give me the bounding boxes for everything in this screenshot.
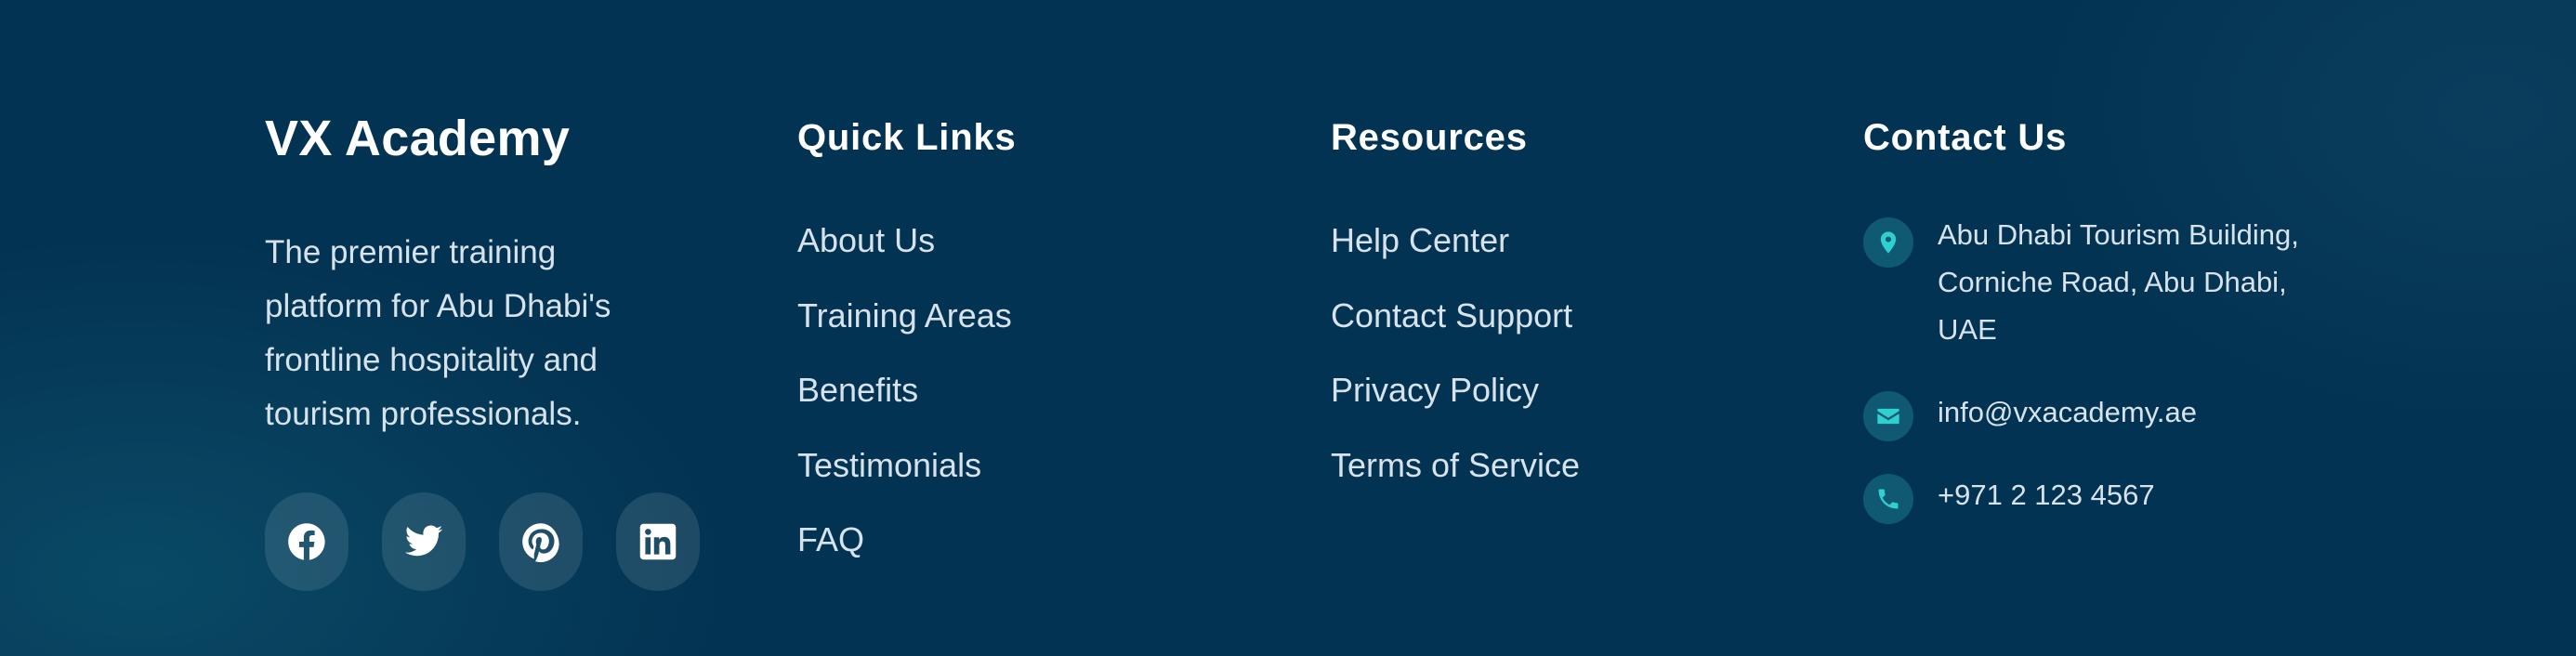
pinterest-button[interactable] xyxy=(499,492,583,591)
link-about-us[interactable]: About Us xyxy=(797,219,1012,295)
link-training-areas[interactable]: Training Areas xyxy=(797,295,1012,370)
link-faq[interactable]: FAQ xyxy=(797,518,1012,594)
address-text: Abu Dhabi Tourism Building, Corniche Roa… xyxy=(1938,218,2299,346)
quick-links-list: About Us Training Areas Benefits Testimo… xyxy=(797,219,1012,594)
quick-links-heading: Quick Links xyxy=(797,117,1017,158)
contact-heading: Contact Us xyxy=(1863,117,2068,158)
link-privacy-policy[interactable]: Privacy Policy xyxy=(1331,369,1580,444)
email-link[interactable]: info@vxacademy.ae xyxy=(1938,388,2328,436)
facebook-button[interactable] xyxy=(265,492,348,591)
contact-address: Abu Dhabi Tourism Building, Corniche Roa… xyxy=(1863,217,2328,353)
link-help-center[interactable]: Help Center xyxy=(1331,219,1580,295)
resources-list: Help Center Contact Support Privacy Poli… xyxy=(1331,219,1580,518)
phone-icon xyxy=(1863,474,1913,524)
link-testimonials[interactable]: Testimonials xyxy=(797,444,1012,519)
pinterest-icon xyxy=(522,523,559,562)
link-contact-support[interactable]: Contact Support xyxy=(1331,295,1580,370)
brand-title[interactable]: VX Academy xyxy=(265,110,570,167)
contact-phone: +971 2 123 4567 xyxy=(1863,474,2328,524)
linkedin-icon xyxy=(639,523,677,560)
contact-email: info@vxacademy.ae xyxy=(1863,391,2328,441)
mail-icon xyxy=(1863,391,1913,441)
linkedin-button[interactable] xyxy=(616,492,700,591)
twitter-icon xyxy=(404,525,443,557)
facebook-icon xyxy=(288,523,325,560)
link-benefits[interactable]: Benefits xyxy=(797,369,1012,444)
site-footer: VX Academy The premier training platform… xyxy=(0,0,2576,656)
link-terms-of-service[interactable]: Terms of Service xyxy=(1331,444,1580,519)
map-pin-icon xyxy=(1863,217,1913,268)
phone-link[interactable]: +971 2 123 4567 xyxy=(1938,471,2328,518)
brand-description: The premier training platform for Abu Dh… xyxy=(265,234,611,432)
resources-heading: Resources xyxy=(1331,117,1528,158)
twitter-button[interactable] xyxy=(382,492,466,591)
social-links xyxy=(265,492,700,591)
